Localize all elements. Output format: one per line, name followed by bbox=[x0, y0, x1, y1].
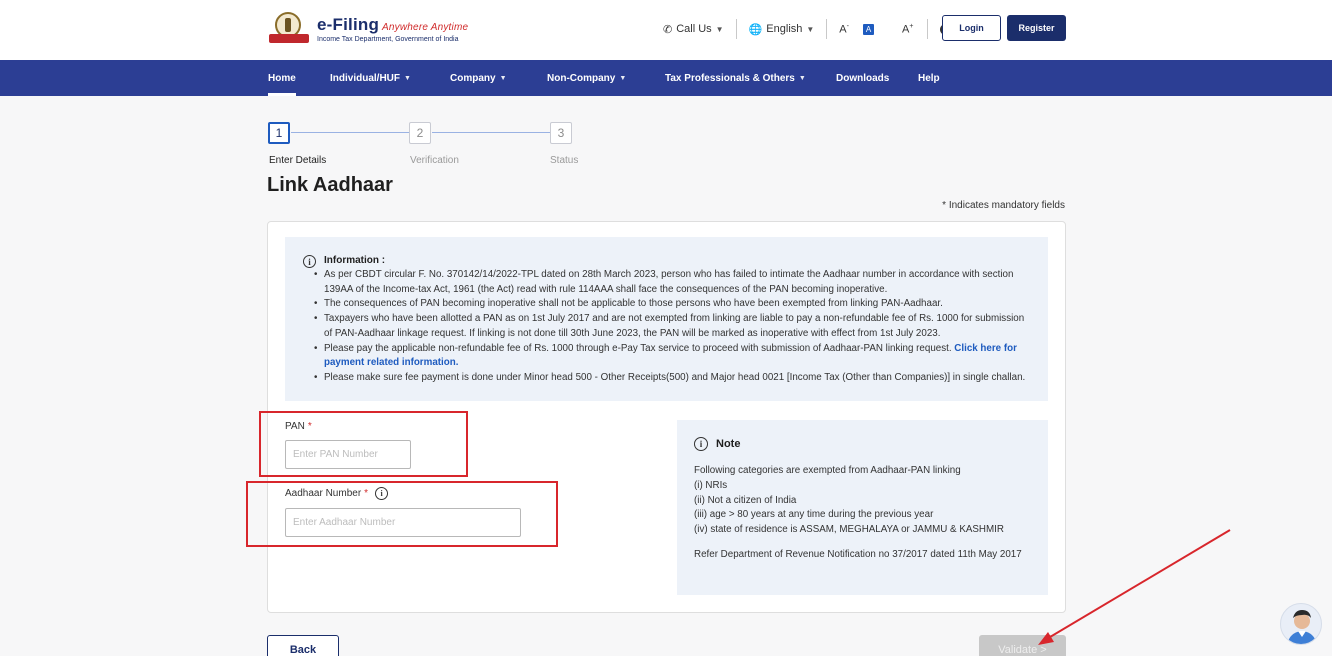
chat-assistant-avatar[interactable] bbox=[1280, 603, 1322, 645]
annotation-arrow bbox=[1038, 529, 1231, 645]
